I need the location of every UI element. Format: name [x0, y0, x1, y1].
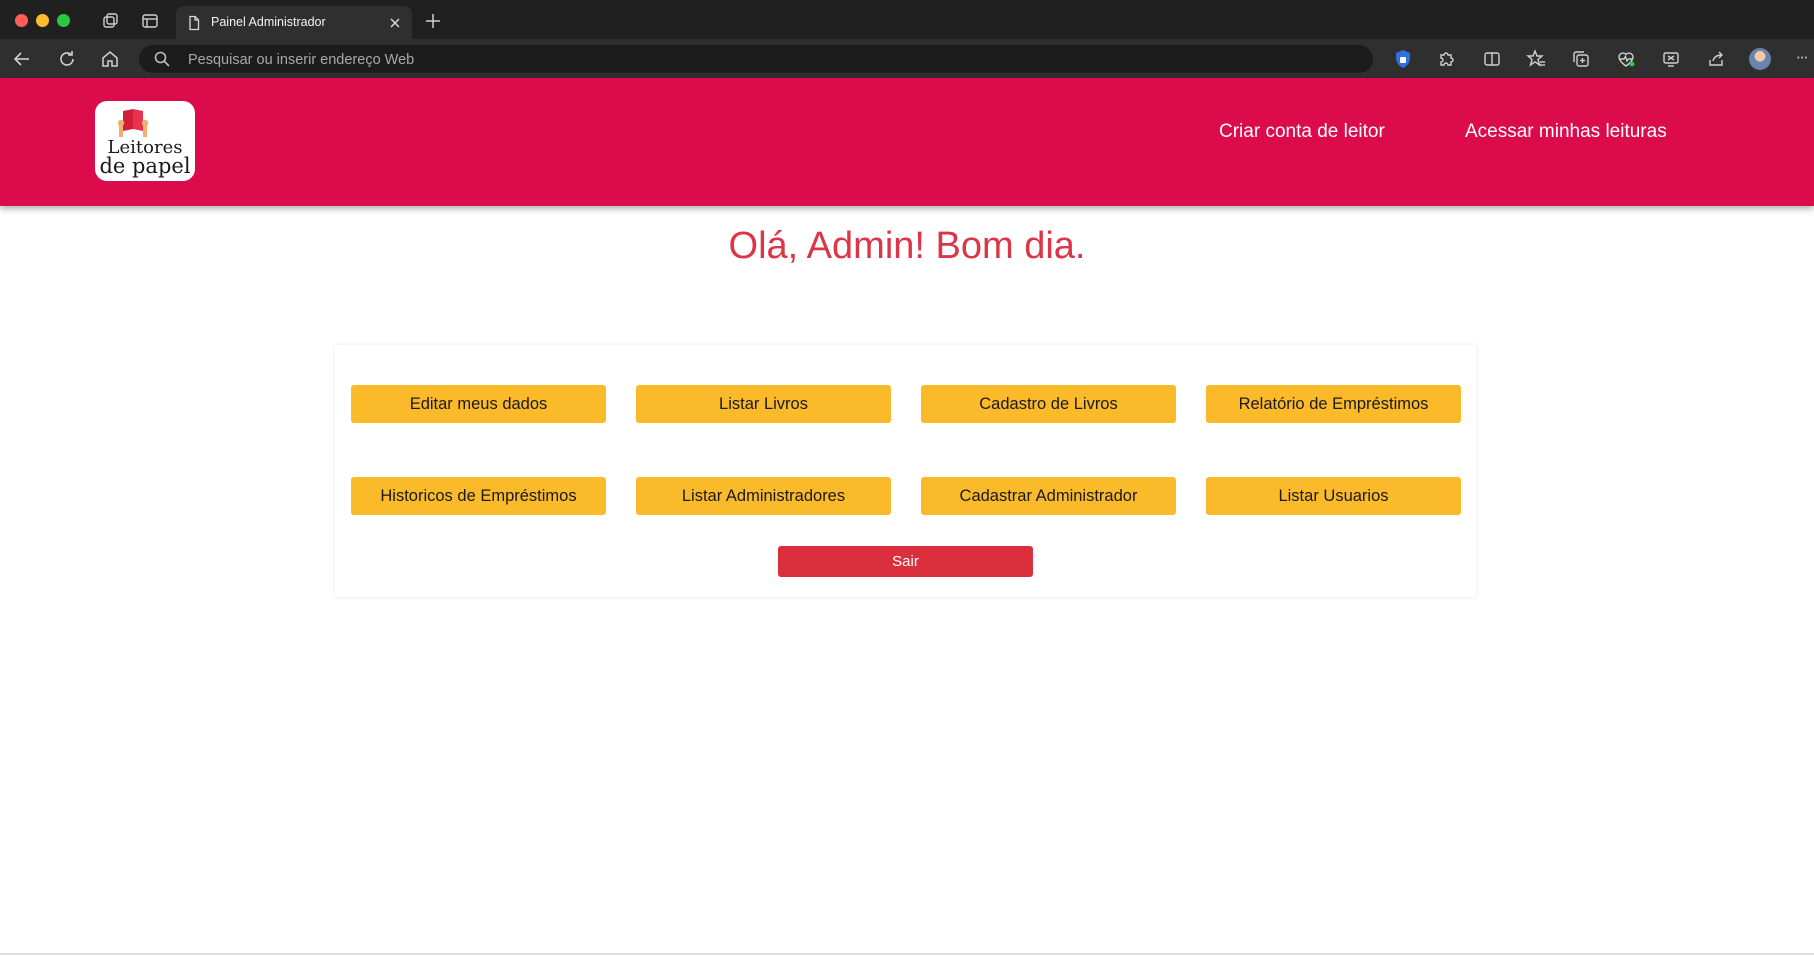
favorites-icon[interactable]	[1524, 47, 1548, 71]
site-header: Leitores de papel Criar conta de leitor …	[0, 78, 1814, 206]
address-bar[interactable]	[139, 45, 1373, 73]
profile-avatar[interactable]	[1749, 48, 1771, 70]
tab-title: Painel Administrador	[211, 15, 326, 29]
greeting-title: Olá, Admin! Bom dia.	[728, 225, 1086, 267]
more-menu-icon[interactable]: ···	[1796, 49, 1808, 67]
workspaces-icon[interactable]	[99, 9, 123, 33]
admin-panel-card: Editar meus dados Listar Livros Cadastro…	[335, 345, 1476, 597]
sair-button[interactable]: Sair	[778, 546, 1033, 577]
new-tab-icon[interactable]	[421, 9, 445, 33]
site-logo[interactable]: Leitores de papel	[95, 101, 195, 181]
listar-livros-button[interactable]: Listar Livros	[636, 385, 891, 423]
browser-toolbar: ···	[0, 40, 1814, 78]
nav-criar-conta[interactable]: Criar conta de leitor	[1219, 121, 1385, 143]
tab-painel-administrador[interactable]: Painel Administrador	[176, 6, 412, 40]
close-window-button[interactable]	[15, 14, 28, 27]
relatorio-emprestimos-button[interactable]: Relatório de Empréstimos	[1206, 385, 1461, 423]
performance-icon[interactable]	[1614, 47, 1638, 71]
screenshot-icon[interactable]	[1659, 47, 1683, 71]
browser-tab-bar: Painel Administrador	[0, 0, 1814, 40]
back-icon[interactable]	[10, 47, 34, 71]
tab-actions-icon[interactable]	[138, 9, 162, 33]
address-input[interactable]	[186, 49, 1350, 71]
home-icon[interactable]	[98, 47, 122, 71]
editar-meus-dados-button[interactable]: Editar meus dados	[351, 385, 606, 423]
extensions-icon[interactable]	[1435, 47, 1459, 71]
listar-administradores-button[interactable]: Listar Administradores	[636, 477, 891, 515]
search-icon	[153, 50, 171, 68]
logo-image: Leitores de papel	[99, 109, 191, 178]
cadastro-livros-button[interactable]: Cadastro de Livros	[921, 385, 1176, 423]
listar-usuarios-button[interactable]: Listar Usuarios	[1206, 477, 1461, 515]
collections-icon[interactable]	[1569, 47, 1593, 71]
close-tab-icon[interactable]	[386, 14, 404, 32]
share-icon[interactable]	[1704, 47, 1728, 71]
cadastrar-administrador-button[interactable]: Cadastrar Administrador	[921, 477, 1176, 515]
document-icon	[186, 15, 202, 31]
reload-icon[interactable]	[55, 47, 79, 71]
window-bottom-border	[0, 953, 1814, 955]
historicos-emprestimos-button[interactable]: Historicos de Empréstimos	[351, 477, 606, 515]
minimize-window-button[interactable]	[36, 14, 49, 27]
svg-text:de papel: de papel	[99, 154, 190, 178]
shield-icon[interactable]	[1391, 47, 1415, 71]
nav-acessar-leituras[interactable]: Acessar minhas leituras	[1465, 121, 1667, 143]
split-screen-icon[interactable]	[1480, 47, 1504, 71]
maximize-window-button[interactable]	[57, 14, 70, 27]
